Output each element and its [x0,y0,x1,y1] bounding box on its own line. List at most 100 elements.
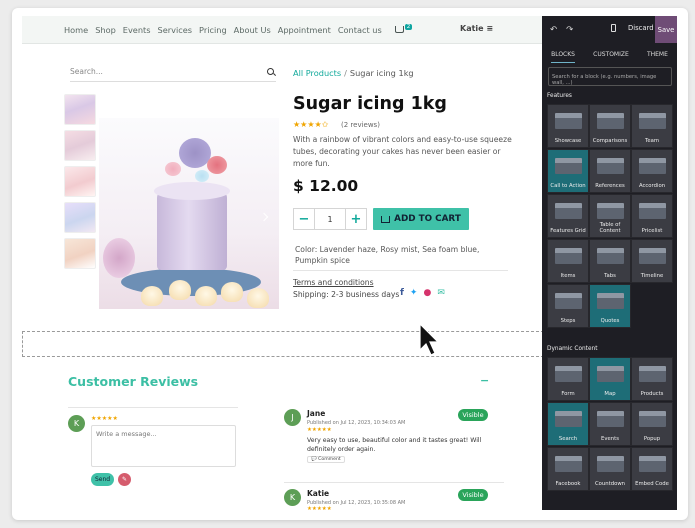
block-team[interactable]: Team [631,104,673,148]
add-to-cart-button[interactable]: ADD TO CART [373,208,469,230]
email-icon[interactable]: ✉ [437,288,445,298]
quantity-minus-button[interactable]: − [293,208,315,230]
block-steps[interactable]: Steps [547,284,589,328]
nav-about-us[interactable]: About Us [234,25,271,35]
editor-toolbar: ↶ ↷ Discard Save [542,16,677,43]
visible-badge[interactable]: Visible [458,409,488,421]
product-thumbnail[interactable] [64,166,96,197]
block-search-input[interactable]: Search for a block (e.g. numbers, image … [548,67,672,86]
send-button[interactable]: Send [91,473,114,486]
block-label: Table of Content [599,222,621,234]
review-message-input[interactable]: Write a message... [91,425,236,467]
review-date: Published on Jul 12, 2023, 10:34:03 AM [307,420,406,426]
flower-decoration [103,238,135,278]
cupcake [247,288,269,308]
block-label: Map [604,391,616,397]
tab-blocks[interactable]: BLOCKS [551,51,575,63]
cart-icon [381,215,391,223]
block-timeline[interactable]: Timeline [631,239,673,283]
avatar: K [284,489,301,506]
website-preview: Home Shop Events Services Pricing About … [22,16,544,510]
block-label: Products [640,391,664,397]
cake-body [157,190,227,270]
block-embed-code[interactable]: Embed Code [631,447,673,491]
rating-stars: ★★★★✩ [293,120,329,129]
quantity-input[interactable]: 1 [315,208,345,230]
user-menu[interactable]: Katie ≡ [460,24,493,33]
review-stars: ★★★★★ [307,427,332,433]
block-pricelist[interactable]: Pricelist [631,194,673,238]
block-label: Facebook [555,481,581,487]
discard-button[interactable]: Discard [628,24,654,32]
review-text: Very easy to use, beautiful color and it… [307,437,482,453]
twitter-icon[interactable]: ✦ [410,288,418,298]
comment-button[interactable]: 💬 Comment [307,456,345,463]
product-thumbnail[interactable] [64,130,96,161]
product-search-input[interactable]: Search... [70,64,276,82]
quantity-plus-button[interactable]: + [345,208,367,230]
block-items[interactable]: Items [547,239,589,283]
block-comparisons[interactable]: Comparisons [589,104,631,148]
block-tabs[interactable]: Tabs [589,239,631,283]
visible-badge[interactable]: Visible [458,489,488,501]
tab-theme[interactable]: THEME [647,51,668,63]
block-call-to-action[interactable]: Call to Action [547,149,589,193]
block-quotes[interactable]: Quotes [589,284,631,328]
quantity-stepper: − 1 + [293,208,367,230]
block-thumbnail-icon [555,411,582,427]
nav-pricing[interactable]: Pricing [199,25,227,35]
product-thumbnail[interactable] [64,94,96,125]
breadcrumb-all-products[interactable]: All Products [293,68,341,78]
block-products[interactable]: Products [631,357,673,401]
search-icon[interactable] [267,68,274,75]
block-accordion[interactable]: Accordion [631,149,673,193]
tab-customize[interactable]: CUSTOMIZE [593,51,629,63]
nav-shop[interactable]: Shop [95,25,116,35]
mobile-preview-icon[interactable] [611,24,616,32]
product-thumbnail[interactable] [64,202,96,233]
nav-home[interactable]: Home [64,25,88,35]
nav-appointment[interactable]: Appointment [278,25,331,35]
attach-button[interactable]: ✎ [118,473,131,486]
redo-icon[interactable]: ↷ [566,25,573,35]
rating-input-stars[interactable]: ★★★★★ [91,415,118,422]
chevron-right-icon[interactable] [259,212,269,222]
block-search[interactable]: Search [547,402,589,446]
undo-icon[interactable]: ↶ [550,25,557,35]
pinterest-icon[interactable]: ● [423,288,431,298]
avatar: K [68,415,85,432]
collapse-reviews-button[interactable]: − [480,374,489,387]
facebook-icon[interactable]: f [400,288,404,298]
block-events[interactable]: Events [589,402,631,446]
block-map[interactable]: Map [589,357,631,401]
cart-link[interactable]: 2 [394,23,413,33]
product-main-image[interactable] [99,118,279,309]
product-thumbnail[interactable] [64,238,96,269]
block-references[interactable]: References [589,149,631,193]
block-facebook[interactable]: Facebook [547,447,589,491]
block-popup[interactable]: Popup [631,402,673,446]
block-thumbnail-icon [639,456,666,472]
block-label: Form [561,391,575,397]
mouse-cursor-icon [419,322,440,356]
flower-decoration [207,156,227,174]
block-form[interactable]: Form [547,357,589,401]
breadcrumb-current: Sugar icing 1kg [349,68,414,78]
block-label: Search [558,436,578,442]
block-thumbnail-icon [555,366,582,382]
nav-events[interactable]: Events [123,25,151,35]
nav-contact-us[interactable]: Contact us [338,25,382,35]
drop-zone[interactable] [22,331,544,357]
block-label: Comparisons [592,138,628,144]
block-features-grid[interactable]: Features Grid [547,194,589,238]
block-showcase[interactable]: Showcase [547,104,589,148]
block-countdown[interactable]: Countdown [589,447,631,491]
nav-services[interactable]: Services [158,25,193,35]
review-count[interactable]: (2 reviews) [341,121,380,129]
block-label: Quotes [600,318,620,324]
block-table-of-content[interactable]: Table of Content [589,194,631,238]
block-label: Call to Action [550,183,586,189]
cupcake [169,280,191,300]
save-button[interactable]: Save [655,16,677,43]
terms-link[interactable]: Terms and conditions [293,278,374,287]
